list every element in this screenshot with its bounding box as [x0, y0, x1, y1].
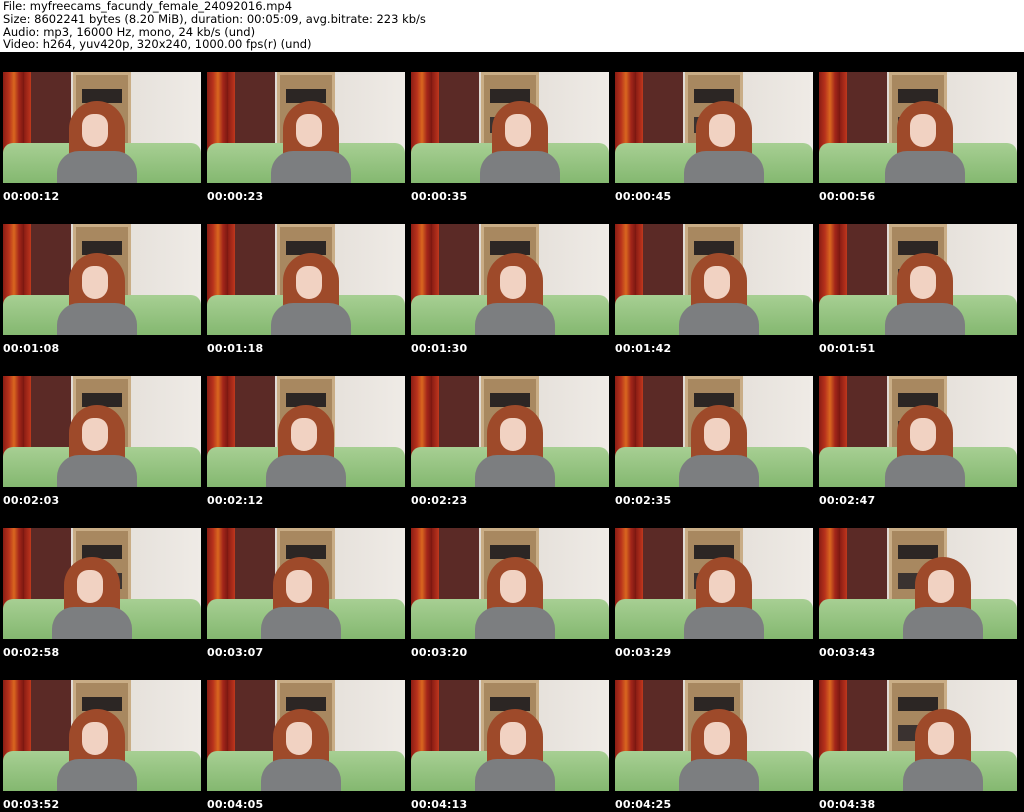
thumbnail-timestamp: 00:04:25: [615, 798, 672, 811]
video-thumbnail: 00:02:12: [204, 356, 408, 508]
thumbnail-timestamp: 00:00:23: [207, 190, 264, 203]
video-thumbnail: 00:03:20: [408, 508, 612, 660]
file-size-line: Size: 8602241 bytes (8.20 MiB), duration…: [3, 11, 426, 26]
video-thumbnail: 00:03:52: [0, 660, 204, 812]
thumbnail-row: 00:02:03 00:02:12 00:02:23 00:02:35 00:02:47: [0, 356, 1024, 508]
thumbnail-timestamp: 00:03:29: [615, 646, 672, 659]
video-thumbnail: 00:02:35: [612, 356, 816, 508]
thumbnail-timestamp: 00:02:23: [411, 494, 468, 507]
video-frame-image: [3, 376, 201, 487]
thumbnail-timestamp: 00:01:51: [819, 342, 876, 355]
thumbnail-timestamp: 00:00:45: [615, 190, 672, 203]
video-thumbnail: 00:00:35: [408, 52, 612, 204]
thumbnail-row: 00:02:58 00:03:07 00:03:20 00:03:29 00:03:43: [0, 508, 1024, 660]
video-thumbnail: 00:01:51: [816, 204, 1020, 356]
file-name-line: File: myfreecams_facundy_female_24092016…: [3, 0, 293, 13]
video-frame-image: [207, 528, 405, 639]
video-thumbnail: 00:04:25: [612, 660, 816, 812]
thumbnail-timestamp: 00:03:52: [3, 798, 60, 811]
video-frame-image: [411, 72, 609, 183]
video-thumbnail: 00:01:18: [204, 204, 408, 356]
video-frame-image: [615, 376, 813, 487]
video-frame-image: [3, 72, 201, 183]
video-thumbnail: 00:01:42: [612, 204, 816, 356]
video-thumbnail: 00:01:30: [408, 204, 612, 356]
thumbnail-timestamp: 00:02:12: [207, 494, 264, 507]
video-frame-image: [819, 72, 1017, 183]
video-frame-image: [615, 224, 813, 335]
thumbnail-row: 00:03:52 00:04:05 00:04:13 00:04:25 00:04:38: [0, 660, 1024, 812]
thumbnail-timestamp: 00:02:58: [3, 646, 60, 659]
video-frame-image: [3, 528, 201, 639]
thumbnail-grid: 00:00:12 00:00:23 00:00:35 00:00:45 00:00:56…: [0, 52, 1024, 812]
video-frame-image: [207, 680, 405, 791]
video-thumbnail: 00:00:45: [612, 52, 816, 204]
thumbnail-timestamp: 00:02:35: [615, 494, 672, 507]
thumbnail-timestamp: 00:01:08: [3, 342, 60, 355]
thumbnail-row: 00:00:12 00:00:23 00:00:35 00:00:45 00:00:56: [0, 52, 1024, 204]
video-thumbnail: 00:02:03: [0, 356, 204, 508]
video-thumbnail: 00:03:43: [816, 508, 1020, 660]
video-frame-image: [819, 528, 1017, 639]
video-thumbnail: 00:04:05: [204, 660, 408, 812]
video-frame-image: [207, 224, 405, 335]
thumbnail-row: 00:01:08 00:01:18 00:01:30 00:01:42 00:01:51: [0, 204, 1024, 356]
video-frame-image: [615, 680, 813, 791]
video-thumbnail: 00:00:12: [0, 52, 204, 204]
video-frame-image: [615, 72, 813, 183]
thumbnail-timestamp: 00:00:12: [3, 190, 60, 203]
thumbnail-timestamp: 00:04:05: [207, 798, 264, 811]
thumbnail-timestamp: 00:01:30: [411, 342, 468, 355]
video-thumbnail: 00:03:07: [204, 508, 408, 660]
video-frame-image: [3, 680, 201, 791]
thumbnail-timestamp: 00:02:47: [819, 494, 876, 507]
video-frame-image: [819, 224, 1017, 335]
video-frame-image: [819, 376, 1017, 487]
thumbnail-timestamp: 00:02:03: [3, 494, 60, 507]
video-frame-image: [411, 528, 609, 639]
video-frame-image: [411, 376, 609, 487]
video-frame-image: [411, 224, 609, 335]
video-frame-image: [207, 72, 405, 183]
thumbnail-timestamp: 00:01:18: [207, 342, 264, 355]
video-frame-image: [411, 680, 609, 791]
video-frame-image: [3, 224, 201, 335]
file-info-header: File: myfreecams_facundy_female_24092016…: [3, 0, 426, 51]
thumbnail-timestamp: 00:03:20: [411, 646, 468, 659]
video-thumbnail: 00:01:08: [0, 204, 204, 356]
video-frame-image: [819, 680, 1017, 791]
video-frame-image: [615, 528, 813, 639]
thumbnail-timestamp: 00:03:43: [819, 646, 876, 659]
video-thumbnail: 00:00:56: [816, 52, 1020, 204]
thumbnail-timestamp: 00:04:38: [819, 798, 876, 811]
video-thumbnail: 00:02:58: [0, 508, 204, 660]
video-thumbnail: 00:04:38: [816, 660, 1020, 812]
video-thumbnail: 00:04:13: [408, 660, 612, 812]
video-thumbnail: 00:03:29: [612, 508, 816, 660]
thumbnail-timestamp: 00:01:42: [615, 342, 672, 355]
video-frame-image: [207, 376, 405, 487]
thumbnail-timestamp: 00:04:13: [411, 798, 468, 811]
video-thumbnail: 00:00:23: [204, 52, 408, 204]
thumbnail-timestamp: 00:00:56: [819, 190, 876, 203]
video-thumbnail: 00:02:23: [408, 356, 612, 508]
thumbnail-timestamp: 00:00:35: [411, 190, 468, 203]
video-info-line: Video: h264, yuv420p, 320x240, 1000.00 f…: [3, 37, 312, 52]
thumbnail-timestamp: 00:03:07: [207, 646, 264, 659]
video-thumbnail: 00:02:47: [816, 356, 1020, 508]
